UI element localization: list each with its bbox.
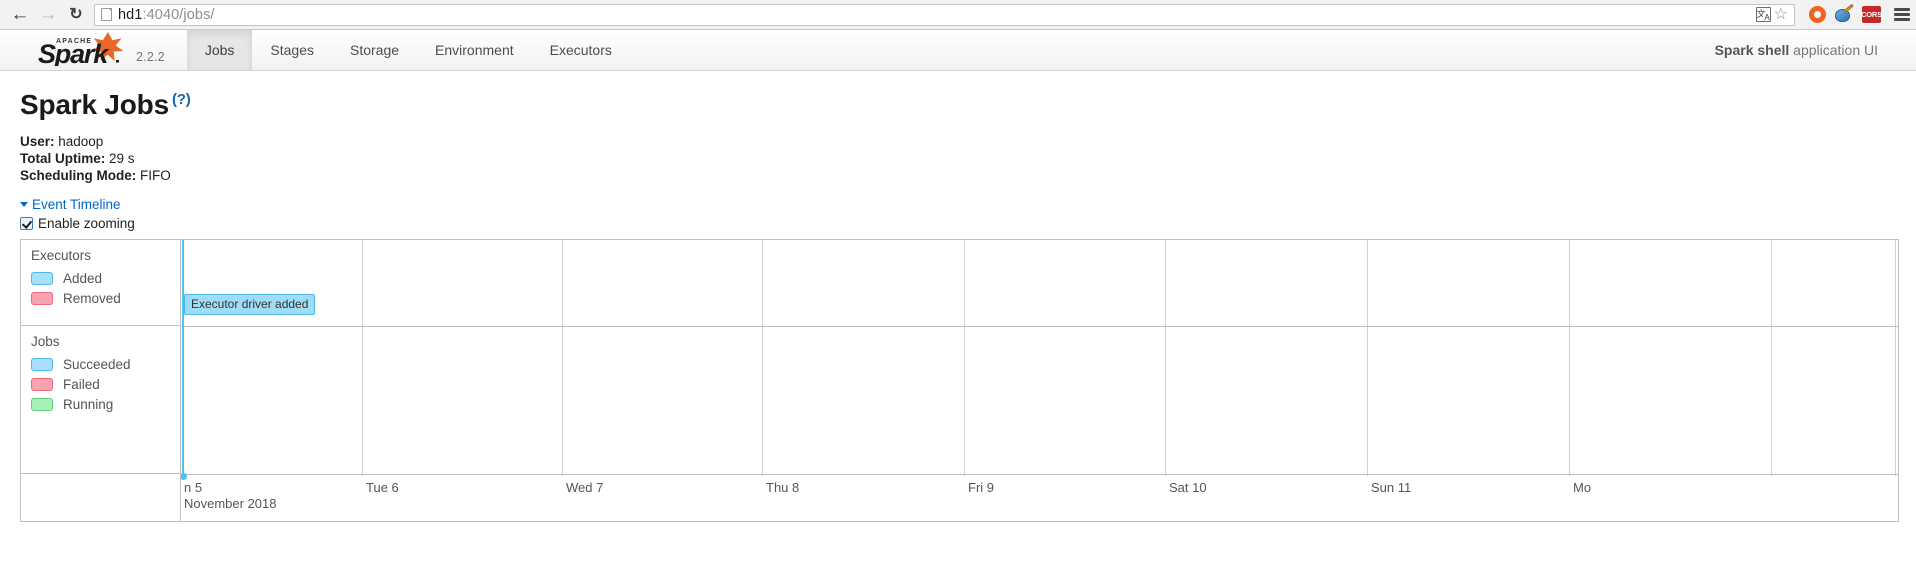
legend-swatch-running [31, 397, 53, 411]
summary-scheduling-mode-value: FIFO [136, 167, 171, 183]
page-document-icon [101, 8, 112, 21]
timeline-section-separator [181, 474, 1898, 476]
spark-version: 2.2.2 [136, 50, 165, 64]
job-summary-list: User: hadoop Total Uptime: 29 s Scheduli… [20, 134, 1896, 185]
legend-label-succeeded: Succeeded [63, 356, 131, 372]
summary-scheduling-mode: Scheduling Mode: FIFO [20, 168, 1896, 185]
summary-uptime: Total Uptime: 29 s [20, 151, 1896, 168]
timeline-gridline [562, 240, 563, 477]
timeline-event-executor-driver-added[interactable]: Executor driver added [184, 294, 316, 316]
application-title: Spark shell application UI [1715, 42, 1916, 58]
summary-uptime-value: 29 s [105, 150, 135, 166]
timeline-gridline [1569, 240, 1570, 477]
axis-tick-wed7: Wed 7 [566, 480, 604, 496]
axis-tick-tue6: Tue 6 [366, 480, 399, 496]
back-arrow-icon[interactable]: ← [6, 2, 34, 28]
timeline-gridline [762, 240, 763, 477]
event-timeline-toggle[interactable]: Event Timeline [20, 197, 1896, 212]
hamburger-menu-icon[interactable] [1894, 8, 1910, 21]
timeline-canvas[interactable]: Executor driver added n 5 Tue 6 Wed 7 Th… [181, 240, 1898, 521]
application-name: Spark shell [1714, 42, 1790, 58]
url-host: hd1 [118, 6, 143, 23]
current-time-marker [182, 240, 184, 476]
legend-swatch-added [31, 271, 53, 285]
axis-tick-sun11: Sun 11 [1371, 480, 1412, 496]
apache-spark-logo: APACHE Spark [38, 32, 124, 66]
nav-item-environment[interactable]: Environment [417, 30, 532, 70]
cors-extension-icon[interactable]: CORS [1861, 6, 1882, 23]
nav-item-storage[interactable]: Storage [332, 30, 417, 70]
legend-group-executors: Executors Added Removed [21, 240, 180, 327]
translate-icon[interactable] [1755, 7, 1771, 22]
summary-user-value: hadoop [54, 133, 104, 149]
enable-zooming-label: Enable zooming [38, 216, 135, 232]
event-timeline-toggle-label: Event Timeline [32, 197, 121, 213]
axis-tick-sat10: Sat 10 [1169, 480, 1207, 496]
legend-label-running: Running [63, 396, 114, 412]
summary-user: User: hadoop [20, 134, 1896, 151]
legend-swatch-succeeded [31, 357, 53, 371]
timeline-gridline [1895, 240, 1896, 477]
summary-uptime-label: Total Uptime: [20, 150, 106, 166]
timeline-gridline [964, 240, 965, 477]
legend-item-removed: Removed [31, 288, 180, 308]
summary-scheduling-mode-label: Scheduling Mode: [20, 167, 137, 183]
legend-group-jobs-title: Jobs [31, 334, 60, 350]
timeline-gridline [1771, 240, 1772, 477]
legend-item-succeeded: Succeeded [31, 354, 180, 374]
legend-item-added: Added [31, 268, 180, 288]
svg-text:Spark: Spark [38, 39, 110, 66]
axis-tick-mon5: n 5 [184, 480, 203, 496]
star-icon[interactable]: ☆ [1774, 6, 1788, 23]
legend-item-failed: Failed [31, 374, 180, 394]
forward-arrow-icon[interactable]: → [34, 2, 62, 28]
help-link[interactable]: (?) [172, 91, 191, 108]
axis-tick-thu8: Thu 8 [766, 480, 800, 496]
url-path: :4040/jobs/ [142, 6, 215, 23]
navbar-links: Jobs Stages Storage Environment Executor… [186, 30, 630, 70]
timeline-gridline [1165, 240, 1166, 477]
chevron-down-icon [20, 202, 28, 208]
page-content: Spark Jobs (?) User: hadoop Total Uptime:… [0, 89, 1916, 523]
legend-group-executors-title: Executors [31, 248, 92, 264]
orange-circle-extension-icon[interactable] [1809, 6, 1826, 23]
page-title-text: Spark Jobs [20, 89, 169, 120]
url-text: hd1:4040/jobs/ [118, 7, 215, 23]
legend-label-removed: Removed [63, 290, 121, 306]
blue-disc-pen-extension-icon[interactable] [1835, 3, 1854, 23]
url-bar-actions: ☆ [1755, 6, 1790, 23]
application-title-suffix: application UI [1789, 42, 1878, 58]
legend-swatch-removed [31, 291, 53, 305]
axis-tick-mon12: Mo [1573, 480, 1592, 496]
reload-icon[interactable]: ↻ [62, 2, 90, 28]
url-bar[interactable]: hd1:4040/jobs/ ☆ [94, 3, 1795, 26]
spark-navbar: APACHE Spark 2.2.2 Jobs Stages Storage E… [0, 30, 1916, 71]
summary-user-label: User: [20, 133, 55, 149]
legend-swatch-failed [31, 377, 53, 391]
nav-item-executors[interactable]: Executors [532, 30, 630, 70]
extension-icons: CORS [1809, 3, 1910, 23]
enable-zooming-checkbox[interactable] [20, 217, 33, 231]
current-time-marker-dot [181, 473, 187, 481]
legend-item-running: Running [31, 394, 180, 414]
page-title: Spark Jobs (?) [20, 89, 1896, 121]
timeline-section-separator [181, 326, 1898, 328]
timeline-legend: Executors Added Removed Jobs Succeeded F… [21, 240, 181, 522]
nav-item-jobs[interactable]: Jobs [186, 30, 253, 70]
event-timeline-widget[interactable]: Executors Added Removed Jobs Succeeded F… [20, 239, 1899, 523]
spark-logo-link[interactable]: APACHE Spark 2.2.2 [0, 30, 179, 70]
legend-group-jobs: Jobs Succeeded Failed Running [21, 326, 180, 475]
enable-zooming-row: Enable zooming [20, 216, 1896, 231]
legend-label-failed: Failed [63, 376, 100, 392]
legend-label-added: Added [63, 270, 103, 286]
axis-month-label: November 2018 [184, 496, 277, 512]
axis-tick-fri9: Fri 9 [968, 480, 994, 496]
timeline-gridline [1367, 240, 1368, 477]
timeline-gridline [362, 240, 363, 477]
nav-item-stages[interactable]: Stages [252, 30, 332, 70]
browser-toolbar: ← → ↻ hd1:4040/jobs/ ☆ CORS [0, 0, 1916, 30]
